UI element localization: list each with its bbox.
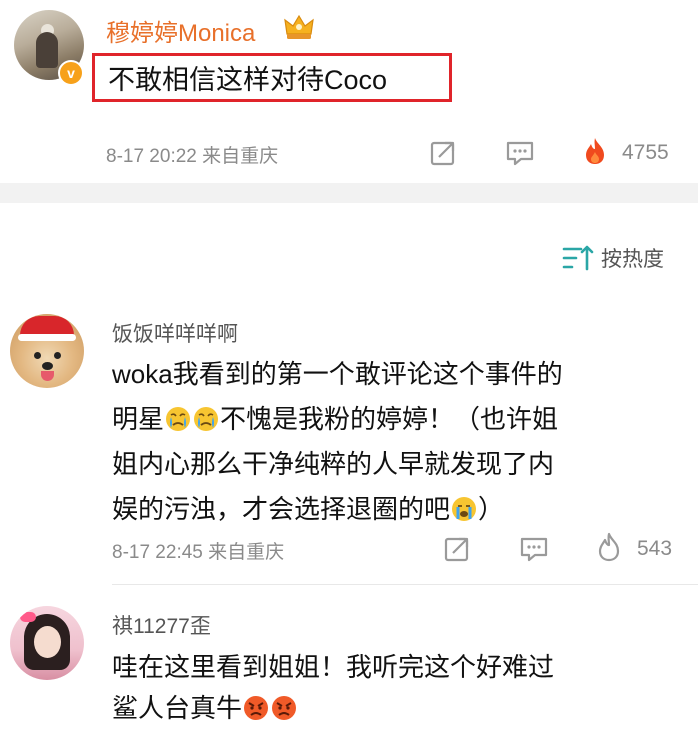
comment-icon[interactable]: [519, 534, 549, 564]
comment-text-line: 娱的污浊，才会选择退圈的吧 ）: [112, 487, 504, 532]
comment-avatar[interactable]: [10, 314, 84, 388]
verified-badge: v: [58, 60, 84, 86]
comment-author-name[interactable]: 饭饭咩咩咩啊: [112, 318, 238, 348]
comment-like-count: 543: [637, 537, 673, 560]
angry-face-emoji: [272, 696, 297, 720]
comment-text-fragment: 鲨人台真牛: [112, 693, 243, 723]
comment-text-line: 姐内心那么干净纯粹的人早就发现了内: [112, 449, 555, 479]
flame-outline-icon[interactable]: [594, 532, 624, 562]
crying-face-emoji: [194, 407, 219, 431]
crown-icon: [284, 14, 314, 39]
comment-avatar[interactable]: [10, 606, 84, 680]
crying-face-emoji: [166, 407, 191, 431]
comment-separator: [112, 584, 698, 585]
comment-author-name[interactable]: 祺11277歪: [112, 610, 211, 640]
share-icon[interactable]: [442, 534, 472, 564]
section-divider: [0, 183, 698, 203]
weibo-post: v 穆婷婷Monica 不敢相信这样对待Coco 8-17 20:22 来自重庆…: [0, 0, 698, 183]
post-author-name[interactable]: 穆婷婷Monica: [106, 13, 255, 48]
comment-text-fragment: 不愧是我粉的婷婷！（也许姐: [220, 404, 559, 434]
comment-text-line: 哇在这里看到姐姐！我听完这个好难过: [112, 652, 555, 682]
comment-text-line: 鲨人台真牛: [112, 686, 298, 731]
comment-text-fragment: 娱的污浊，才会选择退圈的吧: [112, 494, 451, 524]
sobbing-face-emoji: [452, 497, 477, 521]
post-like-count: 4755: [622, 141, 669, 164]
comment-text-line: 明星 不愧是我粉的婷婷！（也许姐: [112, 397, 558, 442]
comment-meta: 8-17 22:45 来自重庆: [112, 542, 285, 563]
comment-icon[interactable]: [505, 138, 535, 168]
comment-text-fragment: 明星: [112, 404, 165, 434]
post-text: 不敢相信这样对待Coco: [108, 65, 388, 95]
comment-text-fragment: ）: [478, 494, 505, 524]
share-icon[interactable]: [428, 138, 458, 168]
angry-face-emoji: [244, 696, 269, 720]
comment-text-line: woka我看到的第一个敢评论这个事件的: [112, 359, 563, 389]
sort-icon: [562, 245, 594, 271]
sort-by-heat-button[interactable]: 按热度: [561, 242, 664, 274]
post-meta: 8-17 20:22 来自重庆: [106, 146, 279, 167]
flame-icon[interactable]: [580, 136, 610, 166]
sort-label: 按热度: [601, 248, 664, 271]
